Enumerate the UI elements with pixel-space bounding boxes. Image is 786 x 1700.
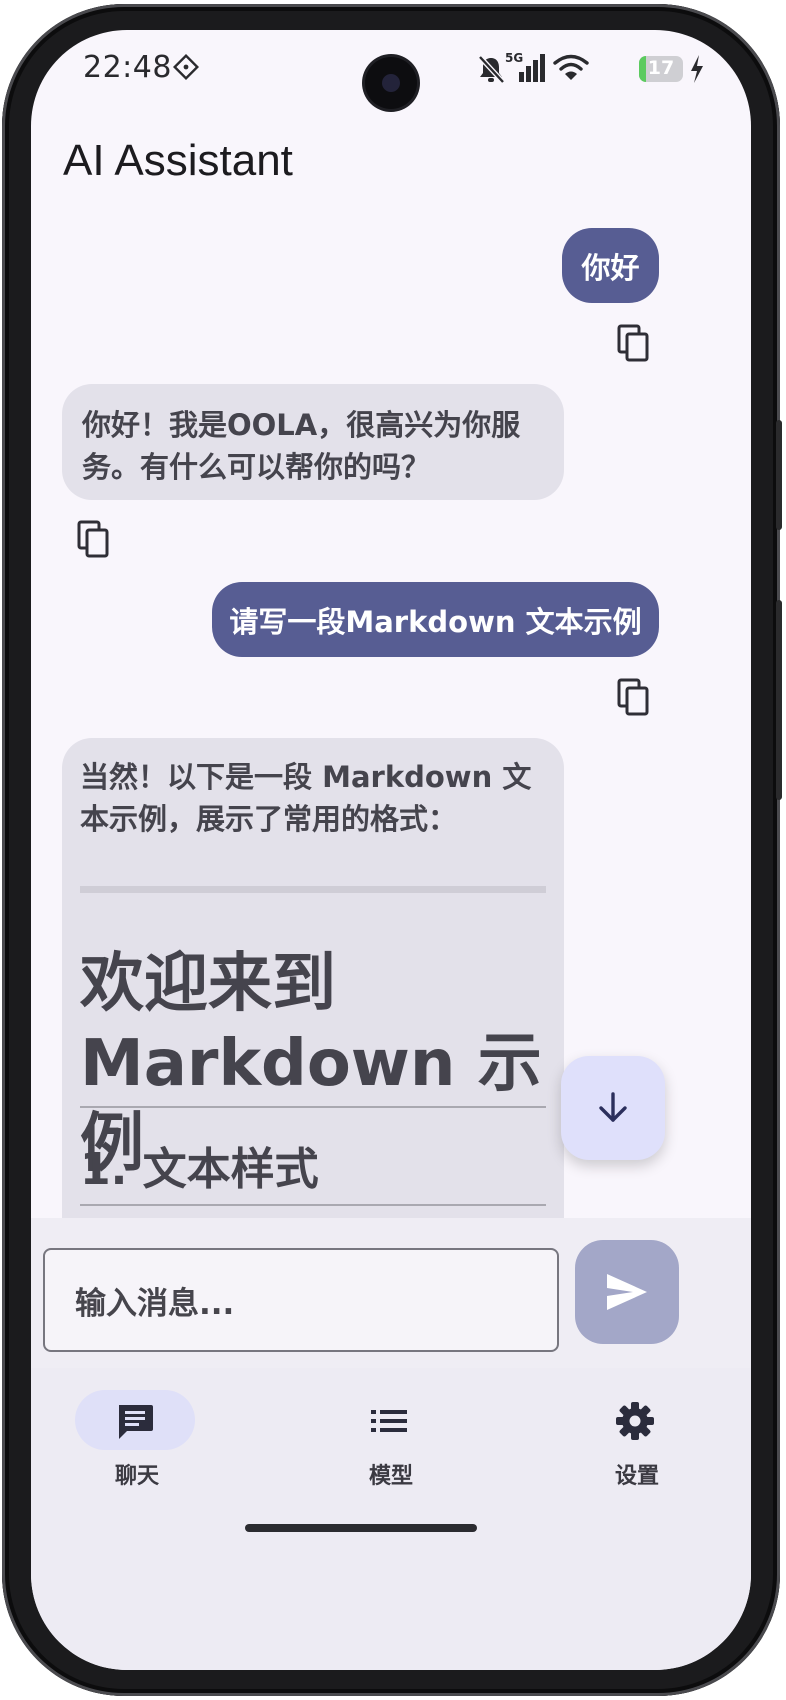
screen: 22:48 5G 17 AI Assistant 你好 你好！我是OOLA，很高…: [31, 30, 751, 1670]
message-input-placeholder: 输入消息...: [75, 1285, 235, 1322]
nav-item-models[interactable]: 模型: [311, 1390, 471, 1500]
message-input[interactable]: 输入消息...: [43, 1248, 559, 1352]
message-text: 当然！以下是一段 Markdown 文本示例，展示了常用的格式：: [80, 760, 532, 836]
scroll-to-bottom-button[interactable]: [561, 1056, 665, 1160]
nav-label: 模型: [368, 1464, 413, 1489]
send-icon: [607, 1274, 647, 1310]
battery-icon: 17: [639, 56, 683, 82]
list-icon: [371, 1410, 407, 1432]
chat-message-list[interactable]: 你好 你好！我是OOLA，很高兴为你服务。有什么可以帮你的吗？ 请写一段Mark…: [31, 220, 751, 1348]
svg-text:5G: 5G: [505, 51, 523, 65]
chat-icon: [119, 1405, 153, 1439]
message-text: 你好: [581, 250, 640, 285]
bottom-navigation: 聊天 模型 设置: [31, 1368, 751, 1670]
copy-icon[interactable]: [615, 676, 655, 720]
home-indicator[interactable]: [245, 1524, 477, 1532]
charging-bolt-icon: [691, 55, 703, 83]
wifi-icon: [553, 54, 589, 80]
user-message-bubble: 请写一段Markdown 文本示例: [212, 582, 659, 657]
side-button: [776, 600, 782, 800]
gear-icon: [616, 1402, 654, 1440]
status-bar: 22:48 5G 17: [31, 30, 751, 110]
page-title: AI Assistant: [63, 136, 293, 185]
status-time: 22:48: [83, 50, 172, 85]
nav-label: 聊天: [114, 1464, 159, 1489]
battery-level-text: 17: [647, 57, 675, 79]
diamond-icon: [173, 54, 199, 80]
send-button[interactable]: [575, 1240, 679, 1344]
arrow-down-icon: [599, 1092, 627, 1122]
user-message-bubble: 你好: [562, 228, 659, 303]
heading-underline: [80, 1106, 546, 1108]
message-text: 你好！我是OOLA，很高兴为你服务。有什么可以帮你的吗？: [82, 408, 521, 484]
copy-icon[interactable]: [75, 518, 115, 562]
nav-label: 设置: [614, 1464, 659, 1489]
message-text: 请写一段Markdown 文本示例: [229, 604, 642, 639]
phone-mockup: 22:48 5G 17 AI Assistant 你好 你好！我是OOLA，很高…: [0, 0, 786, 1700]
front-camera: [365, 57, 417, 109]
heading-underline: [80, 1204, 546, 1206]
markdown-heading-2: 1. 文本样式: [80, 1144, 319, 1195]
assistant-message-bubble: 你好！我是OOLA，很高兴为你服务。有什么可以帮你的吗？: [62, 384, 564, 500]
nav-item-chat[interactable]: 聊天: [57, 1390, 217, 1500]
side-button: [776, 420, 782, 530]
markdown-horizontal-rule: [80, 886, 546, 893]
message-composer: 输入消息...: [31, 1218, 751, 1368]
copy-icon[interactable]: [615, 322, 655, 366]
bell-off-icon: [478, 55, 505, 84]
cellular-5g-icon: 5G: [505, 51, 545, 82]
nav-item-settings[interactable]: 设置: [557, 1390, 717, 1500]
